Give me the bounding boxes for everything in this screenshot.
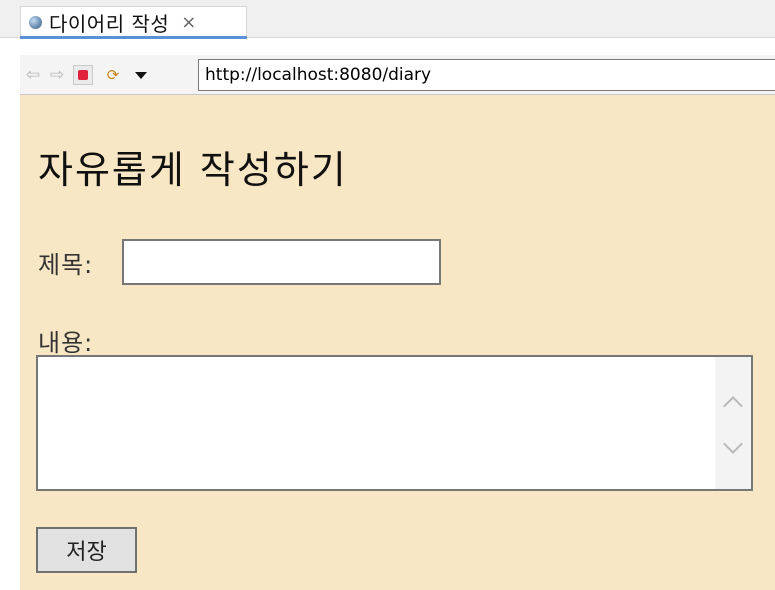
title-label: 제목: (38, 251, 94, 279)
tab-title: 다이어리 작성 (49, 12, 170, 36)
forward-arrow-icon[interactable]: ⇨ (46, 61, 68, 89)
tab-diary-write[interactable]: 다이어리 작성 × (20, 6, 247, 39)
tab-close-icon[interactable]: × (181, 13, 196, 32)
chevron-down-icon[interactable] (723, 434, 743, 454)
dropdown-triangle-icon (135, 71, 147, 79)
content-textarea-frame (36, 355, 753, 491)
chevron-up-icon[interactable] (723, 396, 743, 416)
navigation-toolbar: ⇦ ⇨ ⟳ (20, 55, 775, 95)
refresh-icon[interactable]: ⟳ (100, 61, 126, 89)
globe-icon (29, 16, 42, 29)
stop-button[interactable] (70, 61, 96, 89)
url-address-field[interactable] (198, 59, 775, 91)
stop-icon (73, 65, 93, 85)
back-arrow-icon[interactable]: ⇦ (22, 61, 44, 89)
title-input[interactable] (122, 239, 441, 285)
content-label: 내용: (38, 329, 94, 357)
browser-window: 다이어리 작성 × ⇦ ⇨ ⟳ 자유롭게 작성하기 제목: 내용: 저 (0, 0, 775, 590)
page-content: 자유롭게 작성하기 제목: 내용: 저장 (20, 95, 775, 590)
page-heading: 자유롭게 작성하기 (38, 148, 348, 192)
save-button[interactable]: 저장 (36, 527, 137, 573)
stop-square (78, 70, 88, 80)
textarea-scrollbar[interactable] (715, 357, 751, 489)
tab-strip: 다이어리 작성 × (0, 0, 775, 39)
dropdown-menu-button[interactable] (128, 61, 154, 89)
content-textarea[interactable] (38, 357, 715, 489)
